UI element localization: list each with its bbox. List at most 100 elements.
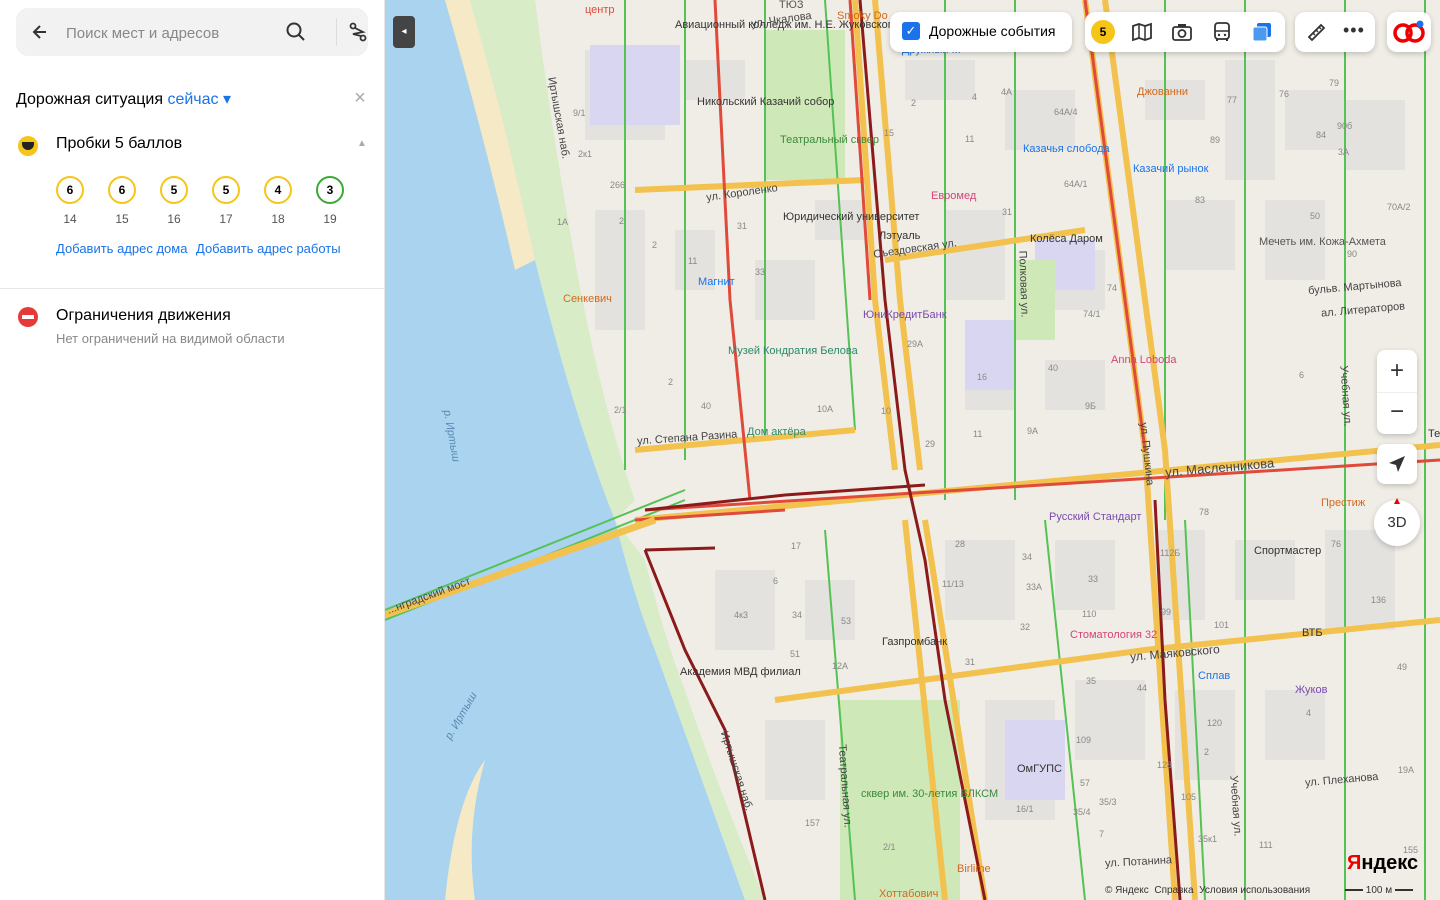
poi-label[interactable]: Дом актёра [747, 426, 806, 438]
zoom-in-button[interactable]: + [1377, 350, 1417, 393]
jams-label: Пробки 5 баллов [56, 135, 183, 152]
house-number: 51 [790, 649, 801, 659]
poi-label[interactable]: Birlime [957, 863, 991, 875]
poi-label[interactable]: сквер им. 30-летия ВЛКСМ [861, 788, 998, 800]
house-number: 10 [881, 406, 892, 416]
poi-label[interactable]: Хоттабович [879, 888, 938, 900]
house-number: 11 [973, 429, 983, 439]
house-number: 7 [1099, 829, 1105, 839]
zoom-out-button[interactable]: − [1377, 393, 1417, 435]
house-number: 57 [1080, 778, 1091, 788]
ruler-icon[interactable] [1305, 21, 1327, 43]
forecast-item[interactable]: 5 17 [212, 176, 240, 226]
forecast-item[interactable]: 3 19 [316, 176, 344, 226]
house-number: 2 [1204, 747, 1210, 757]
house-number: 49 [1397, 662, 1408, 672]
poi-label[interactable]: Русский Стандарт [1049, 511, 1141, 523]
help-link[interactable]: Справка [1154, 885, 1193, 896]
house-number: 1А [557, 217, 569, 227]
poi-label[interactable]: Тепл... [1428, 428, 1440, 440]
poi-label[interactable]: Smoky Do [837, 10, 888, 22]
add-home-link[interactable]: Добавить адрес дома [56, 241, 187, 256]
tools-toolbar: ••• [1295, 12, 1375, 52]
poi-label[interactable]: Магнит [698, 276, 735, 288]
poi-label[interactable]: ЮниКредитБанк [863, 309, 947, 321]
forecast-item[interactable]: 6 14 [56, 176, 84, 226]
forecast-item[interactable]: 5 16 [160, 176, 188, 226]
poi-label[interactable]: Академия МВД филиал [680, 666, 801, 678]
route-icon[interactable] [346, 20, 370, 44]
poi-label[interactable]: Музей Кондратия Белова [728, 345, 858, 357]
house-number: 11/13 [942, 579, 964, 589]
house-number: 31 [1002, 207, 1013, 217]
poi-label[interactable]: Сплав [1198, 670, 1230, 682]
poi-label[interactable]: Лэтуаль [879, 230, 920, 242]
search-divider [336, 18, 337, 46]
poi-label[interactable]: Газпромбанк [882, 636, 947, 648]
poi-label[interactable]: Мечеть им. Кожа-Ахмета [1259, 236, 1386, 248]
poi-label[interactable]: Anna Loboda [1111, 354, 1176, 366]
search-icon[interactable] [284, 20, 308, 44]
poi-label[interactable]: Театральный сквер [780, 134, 879, 146]
terms-link[interactable]: Условия использования [1199, 885, 1310, 896]
checkbox-checked-icon[interactable]: ✓ [902, 22, 920, 40]
poi-label[interactable]: ОмГУПС [1017, 763, 1062, 775]
yandex-logo[interactable]: Яндекс [1347, 852, 1418, 875]
add-work-link[interactable]: Добавить адрес работы [196, 241, 341, 256]
close-icon[interactable]: × [350, 88, 370, 108]
house-number: 79 [1329, 78, 1340, 88]
poi-label[interactable]: Казачий рынок [1133, 163, 1208, 175]
house-number: 9/1 [573, 108, 586, 118]
street-label: Полковая ул. [1016, 250, 1031, 318]
house-number: 120 [1207, 718, 1223, 728]
house-number: 17 [791, 541, 802, 551]
poi-label[interactable]: Евромед [931, 190, 976, 202]
house-number: 2 [619, 216, 625, 226]
collapse-sidebar-button[interactable]: ◂ [393, 16, 415, 48]
search-input[interactable] [64, 18, 288, 48]
poi-label[interactable]: Никольский Казачий собор [697, 96, 834, 108]
compass-north-icon [1394, 498, 1400, 504]
poi-label[interactable]: Сенкевич [563, 293, 612, 305]
poi-label[interactable]: Спортмастер [1254, 545, 1321, 557]
poi-label[interactable]: ТЮЗ [779, 0, 803, 11]
compass-3d-button[interactable]: 3D [1374, 498, 1420, 546]
poi-label[interactable]: Юридический университет [783, 211, 919, 223]
house-number: 84 [1316, 130, 1327, 140]
house-number: 111 [1259, 840, 1273, 850]
geolocation-button[interactable] [1377, 444, 1417, 484]
camera-icon[interactable] [1171, 21, 1193, 43]
poi-label[interactable]: Жуков [1295, 684, 1327, 696]
traffic-layer-button[interactable]: 5 [1091, 20, 1115, 44]
house-number: 35 [1086, 676, 1097, 686]
collapse-arrow-icon[interactable]: ▲ [357, 138, 367, 149]
more-icon[interactable]: ••• [1343, 21, 1365, 43]
house-number: 4 [972, 92, 978, 102]
time-selector[interactable]: сейчас ▾ [167, 91, 231, 108]
poi-label[interactable]: центр [585, 4, 615, 16]
poi-label[interactable]: Престиж [1321, 497, 1365, 509]
scale-line [1394, 889, 1413, 892]
layers-icon[interactable] [1251, 21, 1273, 43]
scale-line [1345, 889, 1363, 892]
panorama-icon[interactable] [1131, 21, 1153, 43]
user-menu-button[interactable] [1387, 12, 1431, 52]
forecast-item[interactable]: 4 18 [264, 176, 292, 226]
house-number: 11 [688, 256, 698, 266]
restrictions-title[interactable]: Ограничения движения [56, 307, 231, 325]
poi-label[interactable]: Джованни [1137, 86, 1188, 98]
bus-icon[interactable] [1211, 21, 1233, 43]
house-number: 19А [1398, 765, 1415, 775]
poi-label[interactable]: Колёса Даром [1030, 233, 1103, 245]
house-number: 157 [805, 818, 821, 828]
back-arrow-icon[interactable] [30, 22, 50, 42]
poi-label[interactable]: Стоматология 32 [1070, 629, 1157, 641]
forecast-item[interactable]: 6 15 [108, 176, 136, 226]
copyright-text: © Яндекс [1105, 885, 1149, 896]
poi-label[interactable]: ВТБ [1302, 627, 1323, 639]
map-canvas[interactable]: ◂ Авиационный колледж им. Н.Е. Жуковског… [385, 0, 1440, 900]
poi-label[interactable]: Казачья слобода [1023, 143, 1110, 155]
avatar-icon[interactable] [1393, 20, 1425, 44]
house-number: 6 [1299, 370, 1305, 380]
road-events-toggle[interactable]: ✓ Дорожные события [890, 12, 1072, 52]
